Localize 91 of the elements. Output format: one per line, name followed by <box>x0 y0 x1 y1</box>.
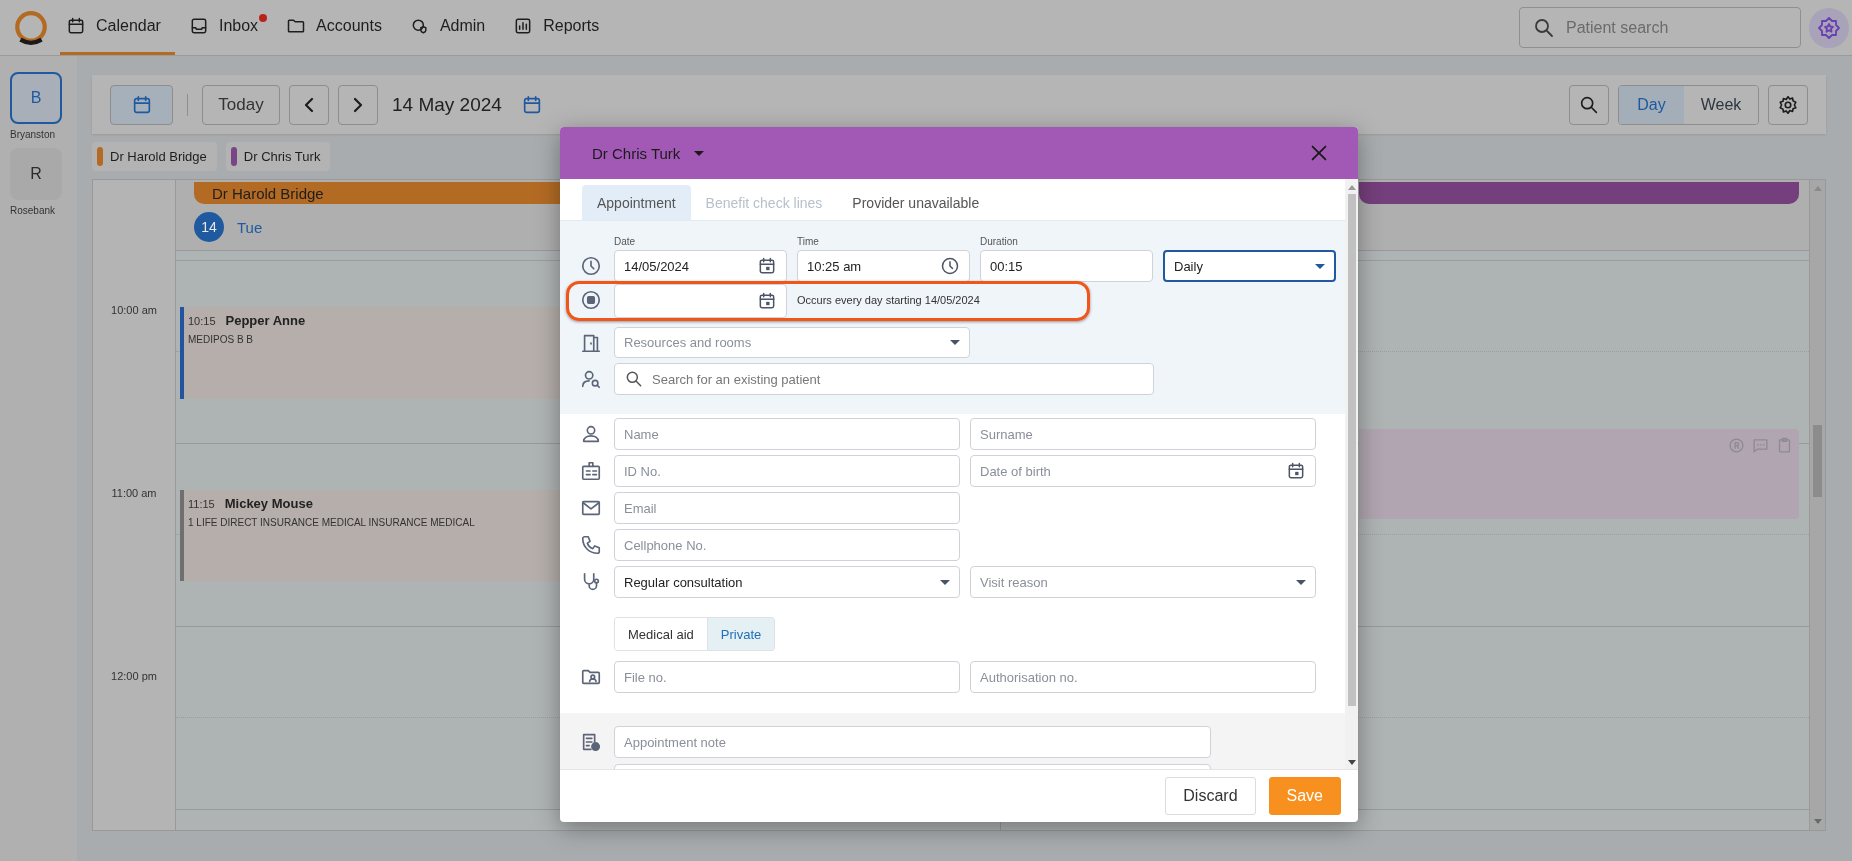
provider-chip[interactable]: Dr Harold Bridge <box>92 142 217 171</box>
dialog-tab[interactable]: Appointment <box>582 185 691 220</box>
field-label: Date <box>614 236 636 247</box>
caret-icon <box>950 340 960 345</box>
dropdown[interactable]: Visit reason <box>970 566 1316 598</box>
person-search-icon <box>580 368 602 390</box>
today-button[interactable]: Today <box>202 84 280 125</box>
date-field[interactable] <box>614 284 787 318</box>
search-icon <box>624 369 644 389</box>
caret-icon <box>694 150 705 156</box>
nav-tab[interactable]: Calendar <box>60 0 175 55</box>
field-label: Duration <box>980 236 1018 247</box>
settings-icon <box>1777 93 1799 116</box>
input-field[interactable]: Email <box>614 492 960 524</box>
calendar-icon <box>757 256 777 276</box>
medical-aid-name: MEDIPOS B B <box>188 334 253 345</box>
location-label: Rosebank <box>10 205 57 216</box>
input-field[interactable]: ID No. <box>614 455 960 487</box>
logo[interactable] <box>12 8 50 47</box>
discard-button[interactable]: Discard <box>1165 777 1256 815</box>
search-button[interactable] <box>1569 84 1609 125</box>
medical-aid-name: 1 LIFE DIRECT INSURANCE MEDICAL INSURANCE MEDICAL <box>188 517 475 528</box>
time-field[interactable]: 10:25 am <box>797 250 970 282</box>
person-icon <box>580 423 602 445</box>
current-date: 14 May 2024 <box>392 93 502 116</box>
caret-icon <box>1315 263 1325 269</box>
input-field[interactable]: Appointment note <box>614 726 1211 758</box>
provider-name: Dr Harold Bridge <box>110 149 207 164</box>
caret-icon <box>1296 579 1306 585</box>
date-field[interactable]: Date of birth <box>970 455 1316 487</box>
settings-button[interactable] <box>1768 84 1808 125</box>
scroll-down-icon[interactable] <box>1347 760 1356 765</box>
input-field[interactable]: Cellphone No. <box>614 529 960 561</box>
input-field[interactable]: File no. <box>614 661 960 693</box>
user-avatar[interactable] <box>1809 7 1849 48</box>
nav-tab[interactable]: Reports <box>507 0 614 55</box>
calendar-icon <box>757 291 777 311</box>
appointment-time: 11:15 <box>188 498 215 510</box>
dropdown[interactable]: Resources and rooms <box>614 327 970 358</box>
folder-icon <box>286 16 307 36</box>
view-tab[interactable]: Day <box>1619 85 1684 124</box>
input-field[interactable]: Authorisation no. <box>970 661 1316 693</box>
field-label: Time <box>797 236 819 247</box>
id-card-icon <box>580 460 602 482</box>
day-number: 14 <box>194 212 224 242</box>
clock-icon <box>940 256 960 276</box>
search-field[interactable]: Search for an existing patient <box>614 363 1154 395</box>
input-field[interactable]: Name <box>614 418 960 450</box>
time-label: 12:00 pm <box>111 670 157 682</box>
patient-name: Mickey Mouse <box>224 496 313 511</box>
calendar-toggle-button[interactable] <box>110 84 173 125</box>
dropdown[interactable]: Regular consultation <box>614 566 960 598</box>
patient-name: Pepper Anne <box>225 313 306 328</box>
dropdown[interactable]: Daily <box>1163 250 1336 282</box>
scroll-up-icon[interactable] <box>1347 185 1356 190</box>
input-field[interactable]: Surname <box>970 418 1316 450</box>
clock-icon <box>580 255 602 277</box>
comment-icon <box>1752 437 1769 454</box>
scrollbar-thumb[interactable] <box>1813 425 1822 497</box>
phone-icon <box>580 534 602 556</box>
input-field[interactable]: 00:15 <box>980 250 1153 282</box>
chevron-right-icon <box>353 96 363 113</box>
day-name: Tue <box>237 218 263 236</box>
calendar-icon <box>1286 461 1306 481</box>
nav-tab[interactable]: Inbox <box>182 0 273 55</box>
appointment-time: 10:15 <box>188 315 216 327</box>
nav-tab[interactable]: Accounts <box>280 0 396 55</box>
registered-icon <box>1728 437 1745 454</box>
time-label: 10:00 am <box>111 304 157 316</box>
previous-button[interactable] <box>289 84 329 125</box>
calendar-icon <box>66 16 86 36</box>
payment-type-option[interactable]: Private <box>706 618 775 650</box>
provider-name: Dr Harold Bridge <box>212 184 324 202</box>
provider-dropdown[interactable]: Dr Chris Turk <box>586 140 711 166</box>
provider-name: Dr Chris Turk <box>243 149 321 164</box>
star-badge-icon <box>1817 15 1841 40</box>
scrollbar-thumb[interactable] <box>1347 194 1356 706</box>
location-label: Bryanston <box>10 129 57 140</box>
chevron-left-icon <box>304 96 314 113</box>
time-label: 11:00 am <box>111 487 157 499</box>
location-tile[interactable]: R <box>10 148 62 200</box>
nav-tab[interactable]: Admin <box>403 0 500 55</box>
note-icon <box>580 731 602 753</box>
recurrence-summary: Occurs every day starting 14/05/2024 <box>797 294 980 306</box>
next-button[interactable] <box>338 84 378 125</box>
stop-circle-icon <box>580 289 602 311</box>
caret-icon <box>940 579 950 585</box>
provider-chip[interactable]: Dr Chris Turk <box>225 142 331 171</box>
clipboard-icon <box>1776 437 1793 454</box>
date-field[interactable]: 14/05/2024 <box>614 250 787 282</box>
location-tile[interactable]: B <box>10 72 62 124</box>
